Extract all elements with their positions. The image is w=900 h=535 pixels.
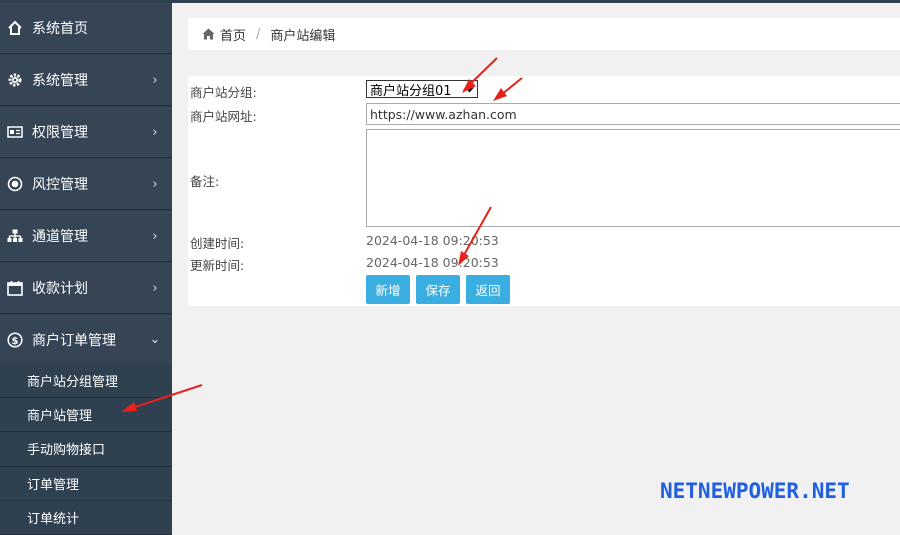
created-time: 2024-04-18 09:20:53: [366, 233, 499, 248]
group-select-value: 商户站分组01: [370, 83, 452, 99]
home-icon: [6, 19, 24, 37]
record-icon: [6, 175, 24, 193]
chevron-right-icon: ›: [152, 176, 158, 192]
breadcrumb-home-link[interactable]: 首页: [220, 25, 246, 44]
submenu: 商户站分组管理 商户站管理 手动购物接口 订单管理 订单统计: [0, 364, 172, 535]
dollar-icon: $: [6, 331, 24, 349]
chevron-right-icon: ›: [152, 124, 158, 140]
submenu-item-merchant-site-groups[interactable]: 商户站分组管理: [0, 364, 172, 399]
breadcrumb: 首页 / 商户站编辑: [188, 18, 900, 50]
sidebar-item-label: 风控管理: [32, 177, 88, 193]
sidebar-item-label: 通道管理: [32, 229, 88, 245]
chevron-right-icon: ›: [152, 72, 158, 88]
sidebar-item-collection-plan[interactable]: 收款计划 ›: [0, 263, 172, 314]
sidebar-item-risk[interactable]: 风控管理 ›: [0, 159, 172, 210]
group-select[interactable]: 商户站分组01: [366, 80, 478, 100]
updated-label: 更新时间:: [190, 258, 245, 273]
sidebar-item-label: 系统管理: [32, 73, 88, 89]
submenu-item-orders[interactable]: 订单管理: [0, 466, 172, 501]
chevron-down-icon: ⌄: [149, 332, 161, 347]
url-input[interactable]: https://www.azhan.com: [366, 103, 900, 125]
sidebar-item-merchant-orders[interactable]: $ 商户订单管理 ⌄: [0, 315, 172, 365]
sidebar-item-label: 系统首页: [32, 21, 88, 37]
save-button[interactable]: 保存: [416, 275, 460, 304]
calendar-icon: [6, 279, 24, 297]
group-label: 商户站分组:: [190, 85, 257, 100]
sidebar-item-label: 收款计划: [32, 281, 88, 297]
breadcrumb-separator: /: [256, 26, 261, 42]
svg-text:$: $: [12, 336, 19, 347]
watermark-text: NETNEWPOWER.NET: [660, 479, 850, 503]
home-icon: [202, 28, 215, 40]
remark-textarea[interactable]: [366, 129, 900, 227]
id-card-icon: [6, 123, 24, 141]
sidebar-item-system[interactable]: 系统管理 ›: [0, 55, 172, 106]
sidebar-item-home[interactable]: 系统首页: [0, 3, 172, 54]
url-label: 商户站网址:: [190, 109, 257, 124]
top-bar: [172, 0, 900, 3]
chevron-right-icon: ›: [152, 280, 158, 296]
created-label: 创建时间:: [190, 236, 245, 251]
chevron-right-icon: ›: [152, 228, 158, 244]
breadcrumb-current: 商户站编辑: [270, 28, 336, 44]
sidebar-item-label: 权限管理: [32, 125, 88, 141]
add-button[interactable]: 新增: [366, 275, 410, 304]
updated-time: 2024-04-18 09:20:53: [366, 255, 499, 270]
back-button[interactable]: 返回: [466, 275, 510, 304]
sidebar-item-permission[interactable]: 权限管理 ›: [0, 107, 172, 158]
sidebar: 系统首页 系统管理 › 权限管理 › 风控管理 › 通道管理 › 收款计划 ›: [0, 0, 172, 535]
sidebar-item-label: 商户订单管理: [32, 332, 116, 349]
gear-icon: [6, 71, 24, 89]
submenu-item-merchant-sites[interactable]: 商户站管理: [0, 398, 172, 433]
sitemap-icon: [6, 227, 24, 245]
submenu-item-order-stats[interactable]: 订单统计: [0, 500, 172, 535]
chevron-down-icon: [465, 81, 474, 100]
sidebar-item-channel[interactable]: 通道管理 ›: [0, 211, 172, 262]
remark-label: 备注:: [190, 174, 220, 189]
submenu-item-manual-shopping-api[interactable]: 手动购物接口: [0, 432, 172, 467]
